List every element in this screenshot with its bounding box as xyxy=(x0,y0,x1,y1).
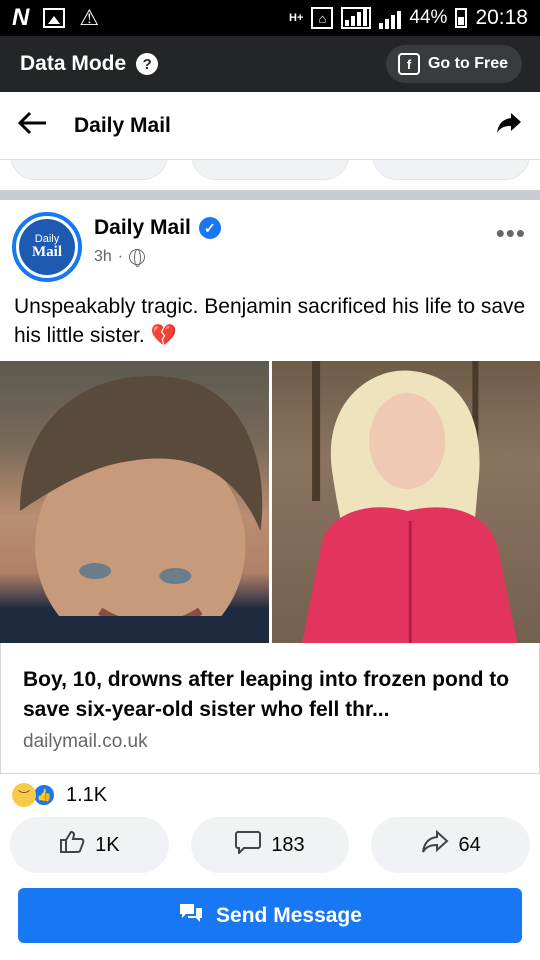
page-title: Daily Mail xyxy=(74,113,171,137)
post-header: Daily Mail Daily Mail ✓ 3h · ••• xyxy=(0,200,540,290)
clock: 20:18 xyxy=(475,6,528,29)
previous-post-actions xyxy=(0,160,540,180)
globe-icon xyxy=(129,249,146,267)
more-options-icon[interactable]: ••• xyxy=(496,218,526,249)
photo-boy[interactable] xyxy=(0,361,269,643)
reactions-summary[interactable]: ︶ 👍 1.1K xyxy=(12,780,107,810)
help-icon[interactable]: ? xyxy=(136,53,159,75)
post-text: Unspeakably tragic. Benjamin sacrificed … xyxy=(14,292,530,350)
messenger-icon xyxy=(178,902,204,930)
go-to-free-label: Go to Free xyxy=(427,55,508,72)
meta-dot: · xyxy=(117,248,124,265)
link-domain: dailymail.co.uk xyxy=(23,731,148,752)
comment-button[interactable]: 183 xyxy=(190,817,350,873)
home-icon: ⌂ xyxy=(311,7,334,29)
share-count: 64 xyxy=(458,833,481,856)
data-mode-title: Data Mode xyxy=(20,52,127,75)
post-actions: 1K 183 64 xyxy=(10,817,531,873)
send-message-button[interactable]: Send Message xyxy=(18,888,522,943)
like-count: 1K xyxy=(95,833,120,856)
image-icon xyxy=(43,8,66,28)
status-bar: N ⚠ H+ ⌂ 44% 20:18 xyxy=(0,0,540,36)
signal-icon xyxy=(341,7,372,29)
network-type: H+ xyxy=(289,11,304,24)
avatar-text-line2: Mail xyxy=(32,244,62,260)
signal-icon-2 xyxy=(379,7,402,29)
comment-count: 183 xyxy=(271,833,305,856)
post-page-name[interactable]: Daily Mail ✓ xyxy=(94,216,221,240)
comment-icon xyxy=(235,830,262,860)
post-meta: 3h · xyxy=(94,248,146,267)
like-button[interactable]: 1K xyxy=(10,817,169,873)
back-arrow-icon[interactable] xyxy=(17,109,54,143)
post-separator xyxy=(0,190,540,200)
share-button[interactable]: 64 xyxy=(371,817,531,873)
battery-percent: 44% xyxy=(409,7,448,28)
verified-badge-icon: ✓ xyxy=(198,217,221,239)
go-to-free-button[interactable]: f Go to Free xyxy=(385,45,522,83)
link-title[interactable]: Boy, 10, drowns after leaping into froze… xyxy=(23,665,513,725)
thumbs-up-icon xyxy=(59,830,85,860)
sad-reaction-icon: ︶ xyxy=(12,783,36,807)
reaction-count: 1.1K xyxy=(66,783,108,806)
photo-girl[interactable] xyxy=(271,361,540,643)
share-arrow-icon xyxy=(421,829,449,860)
link-preview-card[interactable]: Boy, 10, drowns after leaping into froze… xyxy=(0,643,540,774)
free-mode-icon: f xyxy=(397,53,420,75)
n-icon: N xyxy=(12,4,30,31)
warning-icon: ⚠ xyxy=(79,5,100,30)
post-body: Unspeakably tragic. Benjamin sacrificed … xyxy=(14,295,526,347)
post-photos[interactable] xyxy=(0,361,540,643)
broken-heart-icon: 💔 xyxy=(150,324,177,347)
post-time[interactable]: 3h xyxy=(94,248,112,266)
share-icon[interactable] xyxy=(496,110,522,141)
page-header: Daily Mail xyxy=(0,92,540,160)
post-author[interactable]: Daily Mail xyxy=(94,216,191,240)
data-mode-bar: Data Mode ? f Go to Free xyxy=(0,36,540,92)
battery-icon xyxy=(455,8,468,28)
page-avatar[interactable]: Daily Mail xyxy=(12,212,82,282)
send-message-label: Send Message xyxy=(216,903,362,927)
